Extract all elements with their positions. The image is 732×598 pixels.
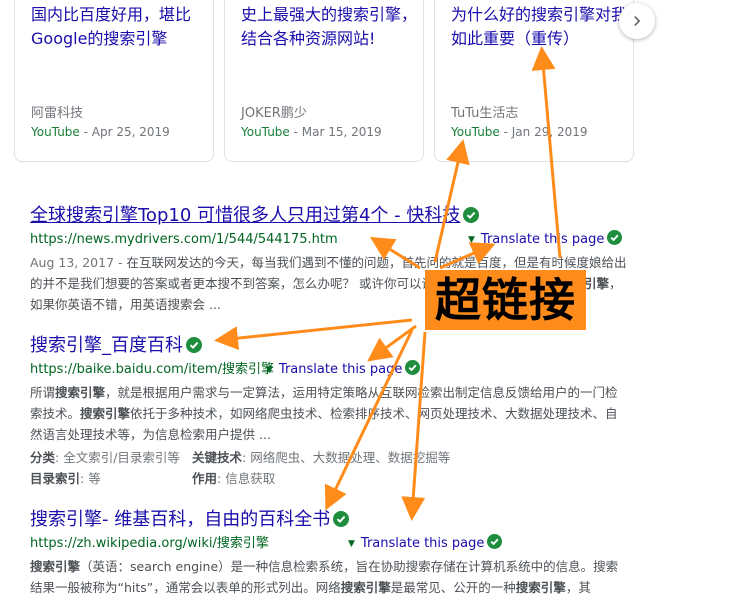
carousel-next-button[interactable] [619, 3, 655, 39]
snippet-text: ，其 [565, 580, 591, 595]
search-result-2: 搜索引擎_百度百科 https://baike.baidu.com/item/搜… [30, 335, 630, 489]
hyperlink-annotation-label: 超链接 [425, 270, 586, 330]
verified-check-icon [333, 511, 350, 527]
fact-value: 网络爬虫、大数据处理、数据挖掘等 [250, 450, 451, 465]
snippet-text: 是最常见、公开的一种 [390, 580, 516, 595]
translate-text[interactable]: Translate this page [279, 362, 402, 377]
snippet-keyword: 搜索引擎 [30, 559, 81, 574]
result-title-text[interactable]: 搜索引擎- 维基百科，自由的百科全书 [30, 509, 330, 530]
fact-label: 分类 [30, 450, 56, 465]
video-card-1[interactable]: 国内比百度好用，堪比Google的搜索引擎 阿雷科技 YouTube - Apr… [14, 0, 214, 162]
verified-check-icon [487, 534, 503, 549]
separator: - [499, 125, 512, 139]
result-url-text: https://zh.wikipedia.org/wiki/搜索引擎 [30, 536, 269, 551]
search-result-3: 搜索引擎- 维基百科，自由的百科全书 https://zh.wikipedia.… [30, 509, 630, 598]
result-title-text[interactable]: 全球搜索引擎Top10 可惜很多人只用过第4个 - 快科技 [30, 205, 460, 226]
source-name: YouTube [451, 125, 500, 139]
snippet-keyword: 搜索引擎 [55, 385, 106, 400]
video-card-source: YouTube - Mar 15, 2019 [241, 125, 382, 139]
fact-label: 作用 [192, 471, 218, 486]
video-card-author: JOKER鹏少 [241, 106, 307, 121]
snippet-keyword: 搜索引擎 [80, 406, 131, 421]
snippet-keyword: 搜索引擎 [340, 580, 391, 595]
video-card-source: YouTube - Jan 29, 2019 [451, 125, 588, 139]
result-date: Aug 13, 2017 - [30, 255, 127, 270]
video-card-2[interactable]: 史上最强大的搜索引擎，结合各种资源网站! JOKER鹏少 YouTube - M… [224, 0, 424, 162]
translate-text[interactable]: Translate this page [481, 232, 604, 247]
source-name: YouTube [31, 125, 80, 139]
video-date: Apr 25, 2019 [91, 125, 170, 139]
result-facts: 分类: 全文索引/目录索引等 关键技术: 网络爬虫、大数据处理、数据挖掘等 目录索… [30, 450, 451, 486]
caret-down-icon: ▼ [266, 365, 273, 375]
result-title-text[interactable]: 搜索引擎_百度百科 [30, 335, 183, 356]
fact-value: 等 [88, 471, 101, 486]
result-url: https://zh.wikipedia.org/wiki/搜索引擎 [30, 535, 630, 553]
result-title-link[interactable]: 搜索引擎- 维基百科，自由的百科全书 [30, 509, 630, 531]
video-card-title[interactable]: 为什么好的搜索引擎对我如此重要（重传） [451, 3, 631, 51]
translate-link-1[interactable]: ▼ Translate this page [468, 230, 623, 247]
separator: - [79, 125, 92, 139]
video-card-title[interactable]: 史上最强大的搜索引擎，结合各种资源网站! [241, 3, 421, 51]
chevron-right-icon [634, 16, 641, 26]
separator: - [289, 125, 302, 139]
fact-label: 目录索引 [30, 471, 81, 486]
video-date: Jan 29, 2019 [511, 125, 588, 139]
translate-link-3[interactable]: ▼ Translate this page [348, 534, 503, 551]
verified-check-icon [607, 230, 623, 245]
result-title-link[interactable]: 全球搜索引擎Top10 可惜很多人只用过第4个 - 快科技 [30, 205, 630, 227]
video-card-3[interactable]: 为什么好的搜索引擎对我如此重要（重传） TuTu生活志 YouTube - Ja… [434, 0, 634, 162]
video-card-source: YouTube - Apr 25, 2019 [31, 125, 170, 139]
verified-check-icon [186, 337, 202, 353]
video-card-author: 阿雷科技 [31, 106, 84, 121]
fact-value: 全文索引/目录索引等 [63, 450, 180, 465]
video-card-title[interactable]: 国内比百度好用，堪比Google的搜索引擎 [31, 3, 211, 51]
snippet-text: 所谓 [30, 385, 56, 400]
fact-label: 关键技术 [192, 450, 243, 465]
verified-check-icon [463, 207, 480, 223]
caret-down-icon: ▼ [468, 235, 475, 245]
result-title-link[interactable]: 搜索引擎_百度百科 [30, 335, 630, 357]
translate-link-2[interactable]: ▼ Translate this page [266, 360, 421, 377]
result-snippet: 搜索引擎（英语：search engine）是一种信息检索系统，旨在协助搜索存储… [30, 556, 630, 598]
source-name: YouTube [241, 125, 290, 139]
translate-text[interactable]: Translate this page [361, 536, 484, 551]
verified-check-icon [405, 360, 421, 375]
result-url-text: https://news.mydrivers.com/1/544/544175.… [30, 232, 338, 247]
result-url-text: https://baike.baidu.com/item/搜索引擎 [30, 362, 274, 377]
video-date: Mar 15, 2019 [301, 125, 382, 139]
caret-down-icon: ▼ [348, 539, 355, 549]
video-card-author: TuTu生活志 [451, 106, 519, 121]
snippet-keyword: 搜索引擎 [515, 580, 566, 595]
fact-value: 信息获取 [225, 471, 276, 486]
result-snippet: 所谓搜索引擎，就是根据用户需求与一定算法，运用特定策略从互联网检索出制定信息反馈… [30, 382, 630, 445]
